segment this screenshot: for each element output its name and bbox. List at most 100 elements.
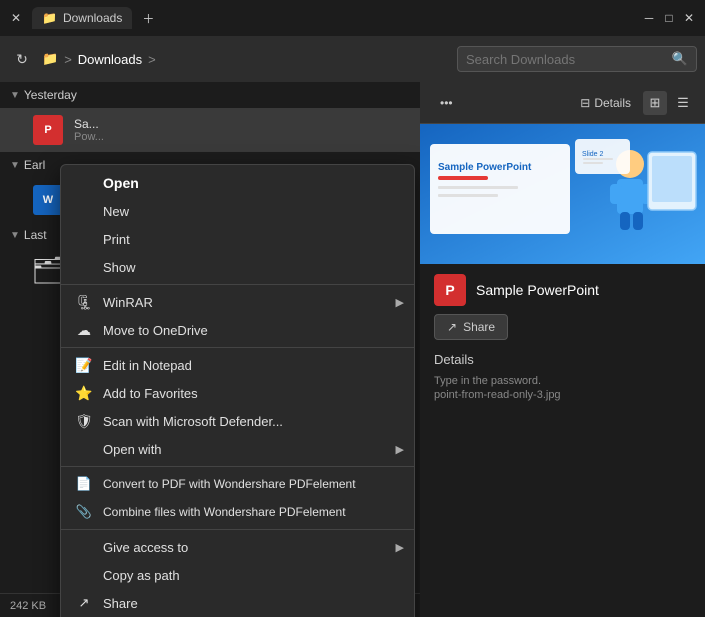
file-details-name: P Sample PowerPoint xyxy=(434,274,691,306)
defender-icon: 🛡 xyxy=(75,412,93,430)
search-input[interactable] xyxy=(466,52,666,67)
minimize-button[interactable]: ─ xyxy=(641,10,657,26)
chevron-earler-icon: ▼ xyxy=(10,160,20,171)
right-panel: ••• ⊟ Details ⊞ ☰ xyxy=(420,82,705,617)
menu-label-notepad: Edit in Notepad xyxy=(103,358,192,373)
open-icon xyxy=(75,174,93,192)
title-bar: ✕ 📁 Downloads ＋ ─ □ ✕ xyxy=(0,0,705,36)
maximize-button[interactable]: □ xyxy=(661,10,677,26)
list-item[interactable]: P Sa... Pow... xyxy=(0,108,420,152)
file-meta: Pow... xyxy=(74,131,104,143)
refresh-button[interactable]: ↻ xyxy=(8,45,36,73)
menu-label-open: Open xyxy=(103,175,139,191)
file-details: P Sample PowerPoint ↗ Share Details Type… xyxy=(420,264,705,411)
menu-divider xyxy=(61,529,414,530)
submenu-arrow-icon: ▶ xyxy=(396,443,404,456)
details-text-line1: Type in the password. xyxy=(434,375,691,387)
submenu-arrow-icon: ▶ xyxy=(396,296,404,309)
menu-item-onedrive[interactable]: ☁ Move to OneDrive xyxy=(61,316,414,344)
print-icon xyxy=(75,230,93,248)
downloads-tab[interactable]: 📁 Downloads xyxy=(32,7,132,29)
menu-item-print[interactable]: Print xyxy=(61,225,414,253)
section-yesterday-label: Yesterday xyxy=(24,88,77,102)
details-section-label: Details xyxy=(434,352,691,367)
menu-item-show[interactable]: Show xyxy=(61,253,414,281)
menu-item-pdf[interactable]: 📄 Convert to PDF with Wondershare PDFele… xyxy=(61,470,414,498)
context-menu: Open New Print Show 🗜 WinRAR ▶ ☁ xyxy=(60,164,415,617)
favorites-icon: ⭐ xyxy=(75,384,93,402)
combine-icon: 📎 xyxy=(75,503,93,521)
menu-item-share[interactable]: ↗ Share xyxy=(61,589,414,617)
section-earler-label: Earl xyxy=(24,158,45,172)
menu-label-favorites: Add to Favorites xyxy=(103,386,198,401)
breadcrumb-label[interactable]: Downloads xyxy=(78,52,142,67)
file-details-title: Sample PowerPoint xyxy=(476,282,599,298)
share-menu-icon: ↗ xyxy=(75,594,93,612)
menu-item-defender[interactable]: 🛡 Scan with Microsoft Defender... xyxy=(61,407,414,435)
menu-divider xyxy=(61,347,414,348)
show-icon xyxy=(75,258,93,276)
menu-item-open[interactable]: Open xyxy=(61,169,414,197)
grid-view-button[interactable]: ⊞ xyxy=(643,91,667,115)
svg-text:Slide 2: Slide 2 xyxy=(582,151,604,158)
menu-label-show: Show xyxy=(103,260,136,275)
search-icon: 🔍 xyxy=(672,51,688,67)
details-panel-icon: ⊟ xyxy=(580,96,590,110)
new-icon xyxy=(75,202,93,220)
details-body-text: Type in the password. point-from-read-on… xyxy=(434,375,691,401)
menu-item-favorites[interactable]: ⭐ Add to Favorites xyxy=(61,379,414,407)
menu-label-onedrive: Move to OneDrive xyxy=(103,323,208,338)
section-yesterday[interactable]: ▼ Yesterday xyxy=(0,82,420,108)
openwith-icon xyxy=(75,440,93,458)
menu-label-copypath: Copy as path xyxy=(103,568,180,583)
close-window-button[interactable]: ✕ xyxy=(681,10,697,26)
status-text: 242 KB xyxy=(10,600,46,612)
folder-nav-icon: 📁 xyxy=(42,51,58,67)
new-tab-button[interactable]: ＋ xyxy=(140,10,156,26)
folder-icon: 📁 xyxy=(42,11,57,25)
menu-label-winrar: WinRAR xyxy=(103,295,153,310)
details-label: Details xyxy=(594,96,631,110)
search-bar: 🔍 xyxy=(457,46,697,72)
section-last-label: Last xyxy=(24,228,47,242)
share-icon: ↗ xyxy=(447,320,457,334)
menu-item-new[interactable]: New xyxy=(61,197,414,225)
menu-item-openwith[interactable]: Open with ▶ xyxy=(61,435,414,463)
details-text-line2: point-from-read-only-3.jpg xyxy=(434,389,691,401)
giveaccess-icon xyxy=(75,538,93,556)
menu-item-notepad[interactable]: 📝 Edit in Notepad xyxy=(61,351,414,379)
menu-label-openwith: Open with xyxy=(103,442,162,457)
onedrive-icon: ☁ xyxy=(75,321,93,339)
menu-item-combine[interactable]: 📎 Combine files with Wondershare PDFelem… xyxy=(61,498,414,526)
list-view-button[interactable]: ☰ xyxy=(671,91,695,115)
winrar-icon: 🗜 xyxy=(75,293,93,311)
notepad-icon: 📝 xyxy=(75,356,93,374)
tab-label: Downloads xyxy=(63,11,122,25)
file-name: Sa... xyxy=(74,117,104,131)
menu-item-giveaccess[interactable]: Give access to ▶ xyxy=(61,533,414,561)
menu-label-giveaccess: Give access to xyxy=(103,540,188,555)
chevron-yesterday-icon: ▼ xyxy=(10,90,20,101)
preview-content: Sample PowerPoint xyxy=(420,124,705,264)
toolbar: ↻ 📁 > Downloads > 🔍 xyxy=(0,36,705,82)
menu-item-winrar[interactable]: 🗜 WinRAR ▶ xyxy=(61,288,414,316)
chevron-last-icon: ▼ xyxy=(10,230,20,241)
more-options-button[interactable]: ••• xyxy=(430,92,463,114)
menu-label-share: Share xyxy=(103,596,138,611)
menu-label-defender: Scan with Microsoft Defender... xyxy=(103,414,283,429)
view-toggle: ⊞ ☰ xyxy=(643,91,695,115)
menu-label-pdf: Convert to PDF with Wondershare PDFeleme… xyxy=(103,477,356,491)
preview-svg: Sample PowerPoint xyxy=(420,124,705,264)
share-button[interactable]: ↗ Share xyxy=(434,314,508,340)
breadcrumb-sep2: > xyxy=(148,52,156,67)
panel-toolbar: ••• ⊟ Details ⊞ ☰ xyxy=(420,82,705,124)
file-panel: ▼ Yesterday P Sa... Pow... ▼ Earl W Is T… xyxy=(0,82,420,617)
close-tab-button[interactable]: ✕ xyxy=(8,10,24,26)
details-button[interactable]: ⊟ Details xyxy=(580,96,631,110)
pdf-icon: 📄 xyxy=(75,475,93,493)
share-label: Share xyxy=(463,320,495,334)
menu-divider xyxy=(61,284,414,285)
menu-label-combine: Combine files with Wondershare PDFelemen… xyxy=(103,505,346,519)
menu-item-copypath[interactable]: Copy as path xyxy=(61,561,414,589)
title-bar-left: ✕ 📁 Downloads ＋ xyxy=(8,7,156,29)
